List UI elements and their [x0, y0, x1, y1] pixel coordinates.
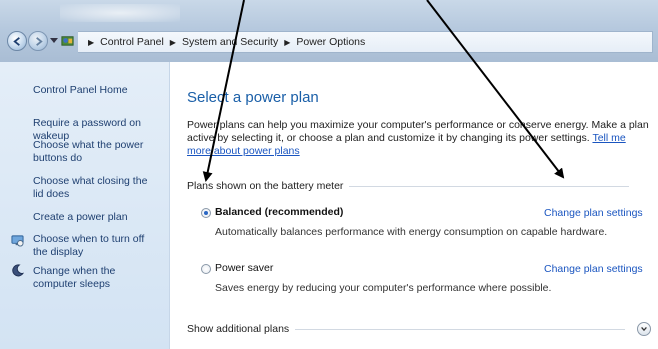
balanced-plan-radio[interactable] [201, 208, 211, 218]
sidebar-item-power-buttons[interactable]: Choose what the power buttons do [33, 139, 153, 165]
arrow-left-icon [12, 36, 20, 46]
section-divider [349, 185, 630, 187]
sidebar-item-computer-sleeps[interactable]: Change when the computer sleeps [33, 265, 158, 291]
power-saver-plan-radio[interactable] [201, 264, 211, 274]
battery-meter-section-header: Plans shown on the battery meter [187, 180, 630, 192]
back-button[interactable] [7, 31, 27, 51]
power-saver-plan-description: Saves energy by reducing your computer's… [215, 282, 552, 294]
page-description: Power plans can help you maximize your c… [187, 119, 649, 158]
expand-additional-plans-button[interactable] [637, 322, 651, 336]
show-additional-plans-label[interactable]: Show additional plans [187, 323, 289, 335]
breadcrumb-control-panel[interactable]: Control Panel [100, 36, 164, 48]
page-title: Select a power plan [187, 89, 319, 106]
balanced-plan-description: Automatically balances performance with … [215, 226, 608, 238]
sidebar-item-create-power-plan[interactable]: Create a power plan [33, 211, 178, 224]
sidebar-item-control-panel-home[interactable]: Control Panel Home [33, 84, 178, 97]
breadcrumb[interactable]: ▶ Control Panel ▶ System and Security ▶ … [78, 31, 653, 53]
breadcrumb-power-options[interactable]: Power Options [296, 36, 365, 48]
chevron-right-icon[interactable]: ▶ [170, 38, 176, 47]
forward-button[interactable] [28, 31, 48, 51]
sidebar-item-closing-lid[interactable]: Choose what closing the lid does [33, 175, 158, 201]
moon-icon [12, 264, 24, 277]
additional-plans-section-header[interactable]: Show additional plans [187, 323, 626, 335]
breadcrumb-system-and-security[interactable]: System and Security [182, 36, 278, 48]
section-label: Plans shown on the battery meter [187, 180, 344, 192]
left-navigation-pane: Control Panel Home Require a password on… [0, 62, 170, 349]
display-icon [11, 235, 24, 247]
description-text: Power plans can help you maximize your c… [187, 119, 649, 144]
arrow-right-icon [35, 36, 43, 46]
chevron-down-icon [641, 326, 647, 332]
control-panel-icon [61, 36, 74, 46]
recent-pages-dropdown-icon[interactable] [50, 38, 58, 44]
address-bar: ▶ Control Panel ▶ System and Security ▶ … [0, 0, 658, 62]
chevron-right-icon[interactable]: ▶ [284, 38, 290, 47]
sidebar-item-turn-off-display[interactable]: Choose when to turn off the display [33, 233, 158, 259]
chevron-right-icon: ▶ [88, 37, 95, 47]
title-bar-glass [60, 4, 180, 22]
section-divider [295, 328, 626, 330]
power-saver-change-plan-settings-link[interactable]: Change plan settings [544, 263, 643, 275]
balanced-plan-name[interactable]: Balanced (recommended) [215, 206, 343, 218]
power-saver-plan-name[interactable]: Power saver [215, 262, 273, 274]
balanced-change-plan-settings-link[interactable]: Change plan settings [544, 207, 643, 219]
main-content: Select a power plan Power plans can help… [171, 62, 658, 349]
